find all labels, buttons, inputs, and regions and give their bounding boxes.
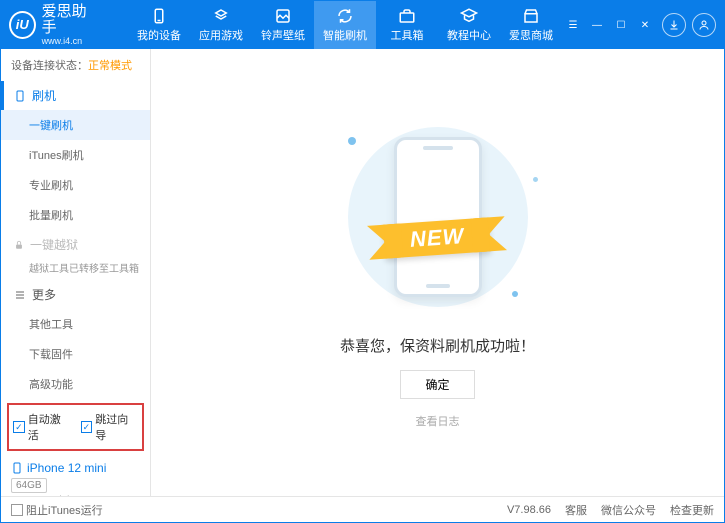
nav-label: 应用游戏 (199, 27, 243, 43)
wallpaper-icon (274, 7, 292, 25)
lock-icon (14, 240, 24, 250)
main-content: NEW 恭喜您，保资料刷机成功啦！ 确定 查看日志 (151, 49, 724, 496)
tutorial-icon (460, 7, 478, 25)
titlebar: iU 爱思助手 www.i4.cn 我的设备 应用游戏 铃声壁纸 智能刷机 (1, 1, 724, 49)
confirm-button[interactable]: 确定 (400, 370, 474, 399)
nav-label: 我的设备 (137, 27, 181, 43)
sidebar-section-jailbreak: 一键越狱 (1, 230, 150, 259)
logo-icon: iU (9, 11, 36, 39)
success-text: 恭喜您，保资料刷机成功啦！ (340, 335, 535, 356)
top-nav: 我的设备 应用游戏 铃声壁纸 智能刷机 工具箱 教程中心 (128, 1, 562, 49)
section-label: 一键越狱 (30, 236, 78, 253)
nav-label: 工具箱 (391, 27, 424, 43)
footer: 阻止iTunes运行 V7.98.66 客服 微信公众号 检查更新 (1, 496, 724, 522)
nav-toolbox[interactable]: 工具箱 (376, 1, 438, 49)
device-name: iPhone 12 mini (11, 461, 140, 475)
sidebar-item-other-tools[interactable]: 其他工具 (1, 309, 150, 339)
nav-label: 铃声壁纸 (261, 27, 305, 43)
connection-status: 设备连接状态：正常模式 (1, 49, 150, 81)
user-button[interactable] (692, 13, 716, 37)
section-label: 更多 (32, 286, 56, 303)
device-icon (150, 7, 168, 25)
footer-link-support[interactable]: 客服 (565, 502, 587, 518)
apps-icon (212, 7, 230, 25)
footer-link-update[interactable]: 检查更新 (670, 502, 714, 518)
nav-smart-flash[interactable]: 智能刷机 (314, 1, 376, 49)
nav-apps-games[interactable]: 应用游戏 (190, 1, 252, 49)
menu-icon[interactable]: ☰ (562, 15, 584, 35)
maximize-button[interactable]: ☐ (610, 15, 632, 35)
phone-icon (11, 461, 23, 475)
toolbox-icon (398, 7, 416, 25)
store-icon (522, 7, 540, 25)
refresh-icon (336, 7, 354, 25)
list-icon (14, 289, 26, 301)
skip-guide-checkbox[interactable]: ✓跳过向导 (81, 411, 139, 443)
version-label: V7.98.66 (507, 504, 551, 516)
view-log-link[interactable]: 查看日志 (416, 413, 460, 429)
sidebar-section-more[interactable]: 更多 (1, 280, 150, 309)
nav-label: 教程中心 (447, 27, 491, 43)
user-icon (698, 19, 710, 31)
close-button[interactable]: ✕ (634, 15, 656, 35)
nav-my-device[interactable]: 我的设备 (128, 1, 190, 49)
app-url: www.i4.cn (42, 37, 98, 47)
storage-badge: 64GB (11, 478, 47, 493)
block-itunes-checkbox[interactable]: 阻止iTunes运行 (11, 502, 103, 518)
nav-ringtones[interactable]: 铃声壁纸 (252, 1, 314, 49)
sidebar-item-itunes-flash[interactable]: iTunes刷机 (1, 140, 150, 170)
app-name: 爱思助手 (42, 4, 98, 37)
sidebar-item-download-fw[interactable]: 下载固件 (1, 339, 150, 369)
app-window: iU 爱思助手 www.i4.cn 我的设备 应用游戏 铃声壁纸 智能刷机 (0, 0, 725, 523)
success-illustration: NEW (328, 117, 548, 317)
nav-store[interactable]: 爱思商城 (500, 1, 562, 49)
options-highlight-box: ✓自动激活 ✓跳过向导 (7, 403, 144, 451)
minimize-button[interactable]: — (586, 15, 608, 35)
sidebar-item-pro-flash[interactable]: 专业刷机 (1, 170, 150, 200)
logo: iU 爱思助手 www.i4.cn (9, 4, 98, 47)
device-block[interactable]: iPhone 12 mini 64GB Down-12mini-13,1 (1, 455, 150, 496)
sidebar-item-advanced[interactable]: 高级功能 (1, 369, 150, 399)
phone-icon (14, 89, 26, 103)
section-label: 刷机 (32, 87, 56, 104)
nav-label: 爱思商城 (509, 27, 553, 43)
new-banner: NEW (383, 217, 491, 258)
footer-link-wechat[interactable]: 微信公众号 (601, 502, 656, 518)
sidebar-item-oneclick-flash[interactable]: 一键刷机 (1, 110, 150, 140)
nav-label: 智能刷机 (323, 27, 367, 43)
download-icon (668, 19, 680, 31)
sidebar-section-flash[interactable]: 刷机 (1, 81, 150, 110)
sidebar: 设备连接状态：正常模式 刷机 一键刷机 iTunes刷机 专业刷机 批量刷机 一… (1, 49, 151, 496)
jailbreak-note: 越狱工具已转移至工具箱 (1, 259, 150, 280)
sidebar-item-batch-flash[interactable]: 批量刷机 (1, 200, 150, 230)
nav-tutorials[interactable]: 教程中心 (438, 1, 500, 49)
auto-activate-checkbox[interactable]: ✓自动激活 (13, 411, 71, 443)
download-button[interactable] (662, 13, 686, 37)
